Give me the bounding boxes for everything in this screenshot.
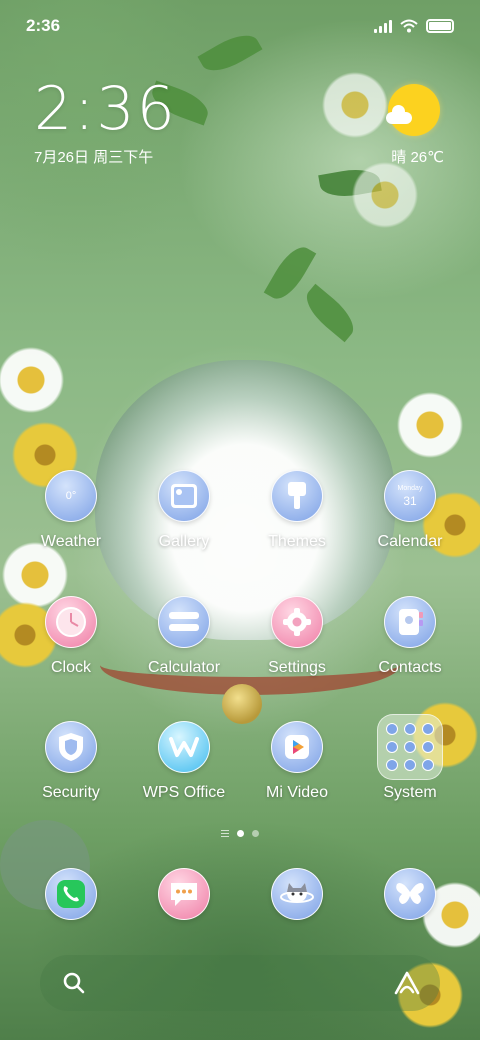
battery-icon bbox=[426, 19, 454, 33]
calendar-icon: Monday 31 bbox=[384, 470, 436, 522]
app-label: Calendar bbox=[377, 533, 443, 550]
calendar-day: 31 bbox=[403, 494, 417, 508]
dock-browser[interactable] bbox=[240, 868, 354, 920]
dock-phone[interactable] bbox=[14, 868, 128, 920]
butterfly-icon bbox=[384, 868, 436, 920]
app-label: Mi Video bbox=[266, 784, 328, 801]
app-label: System bbox=[383, 784, 437, 801]
app-wps-office[interactable]: WPS Office bbox=[127, 721, 241, 803]
app-label: WPS Office bbox=[142, 784, 226, 801]
app-label: Gallery bbox=[158, 533, 210, 550]
weather-widget[interactable]: 晴 26℃ bbox=[384, 84, 444, 166]
page-dot-active bbox=[237, 830, 244, 837]
calculator-icon bbox=[158, 596, 210, 648]
browser-icon bbox=[271, 868, 323, 920]
app-label: Themes bbox=[268, 533, 326, 550]
dock-messages[interactable] bbox=[127, 868, 241, 920]
app-calculator[interactable]: Calculator bbox=[127, 596, 241, 678]
app-security[interactable]: Security bbox=[14, 721, 128, 803]
themes-icon bbox=[271, 470, 323, 522]
app-system-folder[interactable]: System bbox=[353, 714, 467, 803]
phone-icon bbox=[45, 868, 97, 920]
app-label: Settings bbox=[268, 659, 326, 676]
page-list-icon bbox=[221, 830, 229, 837]
security-icon bbox=[45, 721, 97, 773]
app-label: Calculator bbox=[147, 659, 221, 676]
gallery-icon bbox=[158, 470, 210, 522]
clock-date: 7月26日 周三下午 bbox=[34, 149, 154, 166]
page-dot bbox=[252, 830, 259, 837]
app-contacts[interactable]: Contacts bbox=[353, 596, 467, 678]
app-clock[interactable]: Clock bbox=[14, 596, 128, 678]
app-themes[interactable]: Themes bbox=[240, 470, 354, 552]
app-settings[interactable]: Settings bbox=[240, 596, 354, 678]
app-gallery[interactable]: Gallery bbox=[127, 470, 241, 552]
weather-badge: 0° bbox=[65, 490, 77, 502]
signal-icon bbox=[374, 19, 392, 33]
status-time: 2:36 bbox=[26, 16, 61, 35]
calendar-weekday: Monday bbox=[397, 485, 423, 492]
clock-icon bbox=[45, 596, 97, 648]
sunny-icon bbox=[386, 84, 440, 136]
clock-time: 2:36 bbox=[34, 74, 177, 144]
app-label: Weather bbox=[40, 533, 102, 550]
app-label: Contacts bbox=[378, 659, 442, 676]
app-label: Clock bbox=[50, 659, 91, 676]
weather-text: 晴 26℃ bbox=[391, 149, 444, 166]
dock-butterfly-app[interactable] bbox=[353, 868, 467, 920]
app-calendar[interactable]: Monday 31 Calendar bbox=[353, 470, 467, 552]
app-mi-video[interactable]: Mi Video bbox=[240, 721, 354, 803]
status-icons bbox=[374, 19, 454, 33]
search-bar[interactable] bbox=[40, 955, 440, 1011]
wifi-icon bbox=[400, 19, 418, 33]
wps-icon bbox=[158, 721, 210, 773]
messages-icon bbox=[158, 868, 210, 920]
mi-video-icon bbox=[271, 721, 323, 773]
folder-icon bbox=[377, 714, 443, 780]
settings-icon bbox=[271, 596, 323, 648]
status-bar: 2:36 bbox=[0, 0, 480, 52]
page-indicator bbox=[0, 830, 480, 837]
search-icon[interactable] bbox=[62, 971, 86, 995]
weather-icon: 0° bbox=[45, 470, 97, 522]
app-label: Security bbox=[42, 784, 100, 801]
app-weather[interactable]: 0° Weather bbox=[14, 470, 128, 552]
clock-widget[interactable]: 2:36 7月26日 周三下午 bbox=[34, 78, 177, 167]
assistant-icon[interactable] bbox=[392, 970, 422, 996]
contacts-icon bbox=[384, 596, 436, 648]
